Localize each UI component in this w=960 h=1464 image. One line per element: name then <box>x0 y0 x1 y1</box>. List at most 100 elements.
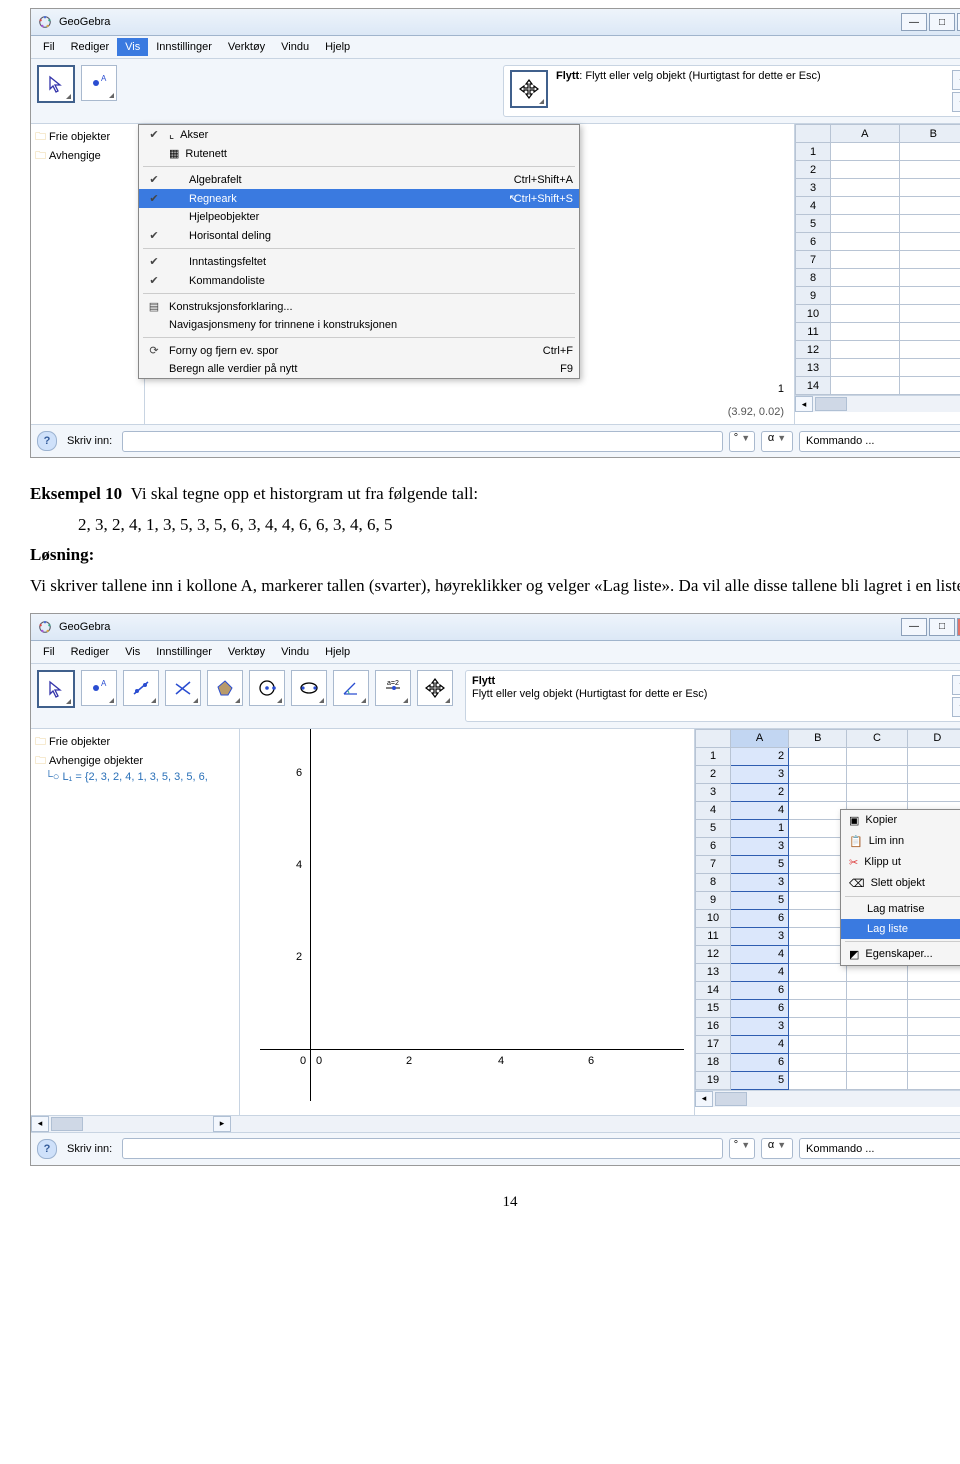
row-header[interactable]: 1 <box>696 747 731 765</box>
row-header[interactable]: 2 <box>696 765 731 783</box>
cell[interactable] <box>789 1017 847 1035</box>
menu-item-horisontal-deling[interactable]: ✔Horisontal deling <box>139 226 579 245</box>
row-header[interactable]: 2 <box>796 161 831 179</box>
ctx-kopier[interactable]: ▣Kopier <box>841 810 960 831</box>
degree-dropdown[interactable]: ° ▼ <box>729 1138 755 1159</box>
spreadsheet-view[interactable]: AB 1 2 3 4 5 6 7 8 9 10 11 12 13 14 ◂▸ <box>794 124 960 424</box>
cell[interactable] <box>907 999 960 1017</box>
row-header[interactable]: 12 <box>796 341 831 359</box>
ctx-lag-matrise[interactable]: Lag matrise <box>841 899 960 919</box>
redo-button[interactable]: ↷ <box>952 697 960 717</box>
ctx-slett-objekt[interactable]: ⌫Slett objekt <box>841 873 960 894</box>
menu-verktoy[interactable]: Verktøy <box>220 38 273 56</box>
redo-button[interactable]: ↷ <box>952 92 960 112</box>
row-header[interactable]: 17 <box>696 1035 731 1053</box>
cell[interactable]: 3 <box>731 873 789 891</box>
cell[interactable]: 4 <box>731 801 789 819</box>
row-header[interactable]: 5 <box>796 215 831 233</box>
cell[interactable]: 1 <box>731 819 789 837</box>
tool-move-graphics[interactable] <box>510 70 548 108</box>
tool-move[interactable] <box>37 65 75 103</box>
horizontal-scrollbar[interactable]: ◂▸ <box>695 1090 960 1107</box>
row-header[interactable]: 13 <box>796 359 831 377</box>
col-header-d[interactable]: D <box>907 729 960 747</box>
cell[interactable]: 2 <box>731 747 789 765</box>
cell[interactable] <box>847 999 907 1017</box>
row-header[interactable]: 3 <box>796 179 831 197</box>
cell[interactable] <box>789 981 847 999</box>
cell[interactable] <box>847 963 907 981</box>
col-header-b[interactable]: B <box>899 125 960 143</box>
graphics-view[interactable]: 0 2 4 6 0 2 4 6 <box>240 729 694 1115</box>
menu-item-konstruksjonsforklaring[interactable]: ▤Konstruksjonsforklaring... <box>139 297 579 316</box>
cell[interactable]: 3 <box>731 1017 789 1035</box>
cell[interactable]: 3 <box>731 927 789 945</box>
input-field[interactable] <box>122 431 723 452</box>
cell[interactable] <box>789 999 847 1017</box>
ctx-egenskaper[interactable]: ◩Egenskaper... <box>841 944 960 965</box>
cell[interactable] <box>907 963 960 981</box>
menu-rediger[interactable]: Rediger <box>63 38 118 56</box>
row-header[interactable]: 12 <box>696 945 731 963</box>
menu-item-regneark[interactable]: ✔Regneark↖Ctrl+Shift+S <box>139 189 579 208</box>
cell[interactable]: 3 <box>731 837 789 855</box>
row-header[interactable]: 10 <box>796 305 831 323</box>
menu-verktoy[interactable]: Verktøy <box>220 643 273 661</box>
tool-perpendicular[interactable] <box>165 670 201 706</box>
cell[interactable] <box>907 1053 960 1071</box>
cell[interactable] <box>789 945 847 963</box>
menu-item-hjelpeobjekter[interactable]: Hjelpeobjekter <box>139 208 579 226</box>
cell[interactable] <box>789 1035 847 1053</box>
folder-dependent-objects[interactable]: 🗀Avhengige objekter <box>35 752 235 771</box>
cell[interactable]: 5 <box>731 1071 789 1089</box>
col-header-a[interactable]: A <box>831 125 900 143</box>
cell[interactable] <box>847 1071 907 1089</box>
cell[interactable]: 4 <box>731 945 789 963</box>
menu-hjelp[interactable]: Hjelp <box>317 643 358 661</box>
maximize-button[interactable]: □ <box>929 13 955 31</box>
menu-vis[interactable]: Vis <box>117 38 148 56</box>
minimize-button[interactable]: — <box>901 13 927 31</box>
menu-innstillinger[interactable]: Innstillinger <box>148 38 220 56</box>
list-l1[interactable]: └○ L₁ = {2, 3, 2, 4, 1, 3, 5, 3, 5, 6, <box>35 771 235 783</box>
cell[interactable]: 2 <box>731 783 789 801</box>
row-header[interactable]: 8 <box>696 873 731 891</box>
menu-rediger[interactable]: Rediger <box>63 643 118 661</box>
col-header-a[interactable]: A <box>731 729 789 747</box>
menu-fil[interactable]: Fil <box>35 643 63 661</box>
row-header[interactable]: 1 <box>796 143 831 161</box>
row-header[interactable]: 10 <box>696 909 731 927</box>
menu-item-rutenett[interactable]: ▦Rutenett <box>139 144 579 163</box>
command-dropdown[interactable]: Kommando ...▼ <box>799 431 960 452</box>
cell[interactable] <box>847 783 907 801</box>
row-header[interactable]: 19 <box>696 1071 731 1089</box>
cell[interactable] <box>907 747 960 765</box>
row-header[interactable]: 15 <box>696 999 731 1017</box>
tool-point[interactable]: A <box>81 670 117 706</box>
ctx-lag-liste[interactable]: Lag liste <box>841 919 960 939</box>
row-header[interactable]: 13 <box>696 963 731 981</box>
menu-item-kommandoliste[interactable]: ✔Kommandoliste <box>139 271 579 290</box>
degree-dropdown[interactable]: ° ▼ <box>729 431 755 452</box>
folder-dependent-objects[interactable]: 🗀Avhengige <box>35 147 140 166</box>
cell[interactable] <box>847 1053 907 1071</box>
cell[interactable]: 5 <box>731 855 789 873</box>
cell[interactable] <box>789 1071 847 1089</box>
cell[interactable] <box>907 981 960 999</box>
row-header[interactable]: 11 <box>796 323 831 341</box>
tool-line[interactable] <box>123 670 159 706</box>
cell[interactable]: 6 <box>731 981 789 999</box>
row-header[interactable]: 7 <box>696 855 731 873</box>
cell[interactable] <box>789 783 847 801</box>
cell[interactable] <box>789 963 847 981</box>
cell[interactable]: 3 <box>731 765 789 783</box>
cell[interactable] <box>789 747 847 765</box>
cell[interactable] <box>847 765 907 783</box>
menu-hjelp[interactable]: Hjelp <box>317 38 358 56</box>
row-header[interactable]: 8 <box>796 269 831 287</box>
cell[interactable]: 4 <box>731 963 789 981</box>
menu-vindu[interactable]: Vindu <box>273 38 317 56</box>
row-header[interactable]: 6 <box>696 837 731 855</box>
undo-button[interactable]: ↶ <box>952 70 960 90</box>
folder-free-objects[interactable]: 🗀Frie objekter <box>35 128 140 147</box>
